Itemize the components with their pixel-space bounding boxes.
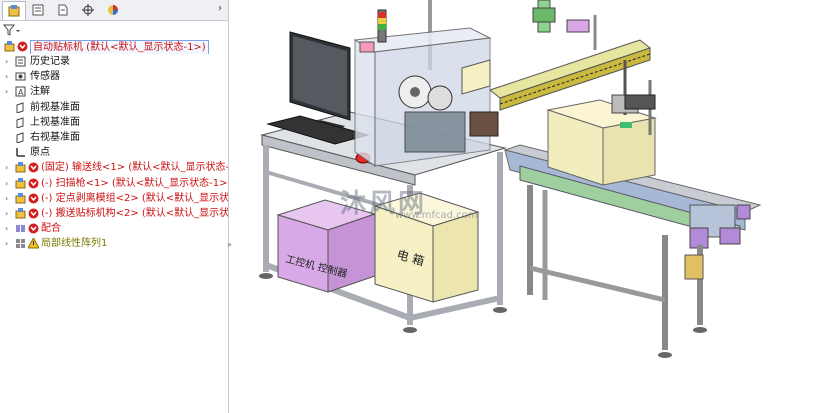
expand-arrow-icon[interactable]: › [5,207,8,220]
linear-pattern-icon [16,239,25,249]
tree-item-label: 前视基准面 [30,101,80,113]
tab-feature-manager[interactable] [2,1,26,20]
tree-item[interactable]: › 局部线性阵列1 [0,236,228,251]
filter-button[interactable] [2,23,26,37]
expand-arrow-icon[interactable]: › [5,161,8,174]
graphics-viewport[interactable]: 工控机 控制器 电 箱 [229,0,820,413]
machine-model: 工控机 控制器 电 箱 [259,0,762,358]
rebuild-error-icon [28,208,39,219]
tree-root[interactable]: 自动贴标机 (默认<默认_显示状态-1>) [0,39,228,54]
tab-dimxpert-manager[interactable] [77,1,99,19]
display-pie-icon [108,5,118,15]
tree-item[interactable]: › (固定) 输送线<1> (默认<默认_显示状态-1> [0,160,228,175]
tree-item[interactable]: › A 注解 [0,84,228,99]
history-icon [15,56,26,67]
expand-arrow-icon[interactable]: › [5,70,8,83]
configuration-icon [58,4,68,16]
svg-text:A: A [18,88,24,97]
rebuild-error-icon [28,193,39,204]
feature-tree-icon [8,5,20,17]
tree-item[interactable]: › (-) 扫描枪<1> (默认<默认_显示状态-1>) [0,176,228,191]
chevron-right-icon[interactable]: › [218,3,222,14]
expand-arrow-icon[interactable]: › [5,55,8,68]
tree-item-label: 配合 [41,223,61,235]
tree-item-label: 历史记录 [30,56,70,67]
expand-arrow-icon[interactable]: › [5,85,8,98]
assembly-icon [15,208,26,219]
feature-manager-panel: › 自动贴标机 (默认<默认_显示状态-1>) › 历史记录 › 传感器 › A 注解前视基… [0,0,232,413]
tab-configuration-manager[interactable] [52,1,74,19]
tree-item-label: (-) 定点剥离模组<2> (默认<默认_显示状态 [41,192,228,204]
tree-item-label: 注解 [30,86,50,98]
assembly-icon [15,177,26,189]
tree-item-label: 上视基准面 [30,116,80,128]
assembly-icon [15,192,26,204]
rebuild-error-icon [28,223,39,234]
expand-arrow-icon[interactable]: › [5,222,8,235]
tree-item-label: 传感器 [30,71,60,83]
tree-item[interactable]: › (-) 搬送贴标机构<2> (默认<默认_显示状态 [0,206,228,221]
plane-icon [16,101,24,113]
tree-item-label: 右视基准面 [30,132,80,143]
sensor-icon [15,72,26,81]
manager-tabs: › [0,0,228,21]
tree-item-label: 局部线性阵列1 [41,238,108,250]
tree-item-label: 原点 [30,147,50,159]
rebuild-error-icon [28,178,39,189]
crosshair-icon [82,4,94,16]
plane-icon [16,117,24,128]
mate-icon [16,225,25,233]
expand-arrow-icon[interactable]: › [5,177,8,190]
watermark-url: www.mfcad.com [395,210,478,221]
tree-item[interactable]: › 传感器 [0,69,228,84]
tree-item[interactable]: 前视基准面 [0,100,228,115]
origin-icon [16,148,25,157]
property-list-icon [32,4,44,16]
tree-item-label: (-) 扫描枪<1> (默认<默认_显示状态-1>) [41,177,228,189]
rebuild-error-icon [17,41,28,52]
annotation-icon: A [15,86,26,97]
tree-item[interactable]: › (-) 定点剥离模组<2> (默认<默认_显示状态 [0,191,228,206]
tree-item[interactable]: › 历史记录 [0,54,228,69]
tree-item[interactable]: › 配合 [0,221,228,236]
filter-icon [2,24,20,36]
plane-icon [16,132,24,143]
label-station [353,9,499,167]
tab-property-manager[interactable] [27,1,49,19]
tree-root-label: 自动贴标机 (默认<默认_显示状态-1>) [30,40,209,54]
product-box [546,99,657,186]
tree-item[interactable]: 右视基准面 [0,130,228,145]
expand-arrow-icon[interactable]: › [5,192,8,205]
tab-display-manager[interactable] [102,1,124,19]
tree-item[interactable]: 原点 [0,145,228,160]
assembly-icon [15,162,26,173]
rebuild-error-icon [28,162,39,173]
assembly-icon [4,41,15,52]
expand-arrow-icon[interactable]: › [5,237,8,250]
tree-item-label: (-) 搬送贴标机构<2> (默认<默认_显示状态 [41,208,228,219]
tree-item-label: (固定) 输送线<1> (默认<默认_显示状态-1> [41,162,228,174]
warning-icon [28,238,39,249]
tree-item[interactable]: 上视基准面 [0,115,228,130]
